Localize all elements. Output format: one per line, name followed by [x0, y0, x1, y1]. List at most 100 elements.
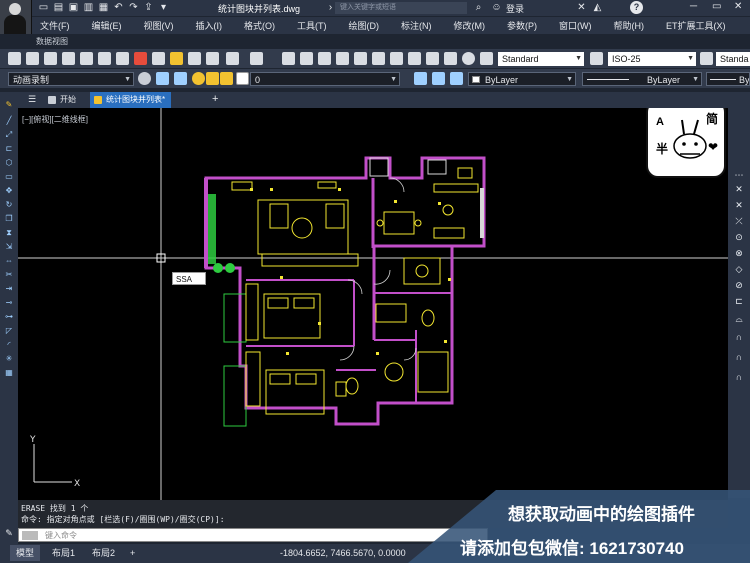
dim-style-select[interactable]: ISO-25 ▼	[608, 52, 696, 66]
copy-icon[interactable]: ❐	[4, 214, 14, 223]
menu-parameters[interactable]: 参数(P)	[499, 19, 537, 32]
new-tab-icon[interactable]: +	[212, 93, 218, 105]
snap-center-icon[interactable]: ⊙	[733, 232, 745, 242]
menu-file[interactable]: 文件(F)	[32, 19, 70, 32]
app-avatar[interactable]	[0, 0, 32, 34]
dynamic-input-field[interactable]: SSA	[172, 272, 206, 285]
zoom-window-icon[interactable]	[318, 52, 331, 65]
drawing-canvas[interactable]: [−][俯视][二维线框] Y X SSA A 半 简 ❤	[18, 108, 728, 500]
tab-layout1[interactable]: 布局1	[46, 545, 81, 561]
undo-icon[interactable]	[226, 52, 239, 65]
open-file-icon[interactable]: ▤	[53, 2, 64, 13]
layer-color-icon[interactable]	[236, 72, 249, 85]
properties-icon[interactable]	[354, 52, 367, 65]
command-customize-icon[interactable]: ✎	[0, 528, 18, 544]
undo-icon[interactable]: ↶	[113, 2, 124, 13]
explode-icon[interactable]: ✳	[4, 354, 14, 363]
menu-modify[interactable]: 修改(M)	[446, 19, 486, 32]
layer-select[interactable]: 0 ▼	[250, 72, 400, 86]
workspace-settings-icon[interactable]	[138, 72, 151, 85]
plot-icon[interactable]	[62, 52, 75, 65]
command-prompt-icon[interactable]	[22, 531, 38, 540]
workspace-select[interactable]: 动画录制 ▼	[8, 72, 134, 86]
snap-endpoint-icon[interactable]: ⋯	[733, 170, 745, 180]
layer-on-icon[interactable]	[192, 72, 205, 85]
menu-format[interactable]: 格式(O)	[236, 19, 275, 32]
menu-view[interactable]: 视图(V)	[136, 19, 174, 32]
share-icon[interactable]: ⇪	[143, 2, 154, 13]
help-icon[interactable]	[462, 52, 475, 65]
line-icon[interactable]: ╱	[4, 116, 14, 125]
hamburger-icon[interactable]: ☰	[28, 94, 36, 105]
search-input[interactable]: 键入关键字或短语	[335, 2, 467, 14]
dropdown-icon[interactable]: ▾	[158, 2, 169, 13]
snap-none-icon[interactable]: ∩	[733, 352, 745, 362]
cut-icon[interactable]	[134, 52, 147, 65]
mirror-icon[interactable]: ⧗	[4, 228, 14, 237]
polygon-icon[interactable]: ⬡	[4, 158, 14, 167]
break-icon[interactable]: ⊸	[4, 298, 14, 307]
save-icon[interactable]	[44, 52, 57, 65]
3d-print-icon[interactable]	[116, 52, 129, 65]
sheet-set-icon[interactable]	[408, 52, 421, 65]
snap-midpoint-icon[interactable]: ⤫	[733, 216, 745, 226]
tool-palettes-icon[interactable]	[390, 52, 403, 65]
pan-icon[interactable]	[282, 52, 295, 65]
redo-icon[interactable]	[250, 52, 263, 65]
close-icon[interactable]: ✕	[734, 1, 742, 12]
app-store-icon[interactable]: ◭	[592, 2, 603, 13]
help-icon[interactable]: ?	[630, 1, 643, 14]
layer-match-icon[interactable]	[450, 72, 463, 85]
construction-line-icon[interactable]: ⤢	[4, 130, 14, 139]
print-icon[interactable]: ▦	[98, 2, 109, 13]
search-icon[interactable]: ⌕	[473, 2, 484, 13]
extend-icon[interactable]: ⇥	[4, 284, 14, 293]
table-style-select[interactable]: Standa	[716, 52, 750, 66]
design-center-icon[interactable]	[372, 52, 385, 65]
snap-insertion-icon[interactable]: ⊏	[733, 296, 745, 306]
rectangle-icon[interactable]: ▭	[4, 172, 14, 181]
snap-node-icon[interactable]: ⊗	[733, 248, 745, 258]
array-icon[interactable]: ▦	[4, 368, 14, 377]
polyline-icon[interactable]: ⊏	[4, 144, 14, 153]
text-style-icon[interactable]	[480, 52, 493, 65]
snap-quadrant-icon[interactable]: ◇	[733, 264, 745, 274]
snap-parallel-icon[interactable]: ∩	[733, 332, 745, 342]
menu-tools[interactable]: 工具(T)	[289, 19, 327, 32]
fillet-icon[interactable]: ◜	[4, 340, 14, 349]
snap-perpendicular-icon[interactable]: ✕	[733, 200, 745, 210]
block-editor-icon[interactable]	[206, 52, 219, 65]
layer-lock-icon[interactable]	[220, 72, 233, 85]
snap-settings-icon[interactable]: ∩	[733, 372, 745, 382]
trim-icon[interactable]: ✂	[4, 270, 14, 279]
layer-previous-icon[interactable]	[432, 72, 445, 85]
menu-edit[interactable]: 编辑(E)	[84, 19, 122, 32]
sticker-widget[interactable]: A 半 简 ❤	[646, 108, 726, 178]
quickcalc-icon[interactable]	[444, 52, 457, 65]
menu-dimension[interactable]: 标注(N)	[393, 19, 432, 32]
new-file-icon[interactable]: ▭	[38, 2, 49, 13]
linetype-select[interactable]: ByLayer ▼	[582, 72, 702, 86]
redo-icon[interactable]: ↷	[128, 2, 139, 13]
command-input[interactable]: 键入命令	[18, 528, 488, 542]
stretch-icon[interactable]: ⇔	[4, 256, 14, 265]
exchange-icon[interactable]: ✕	[576, 2, 587, 13]
dim-style-icon[interactable]	[590, 52, 603, 65]
menu-draw[interactable]: 绘图(D)	[341, 19, 380, 32]
tab-start[interactable]: 开始	[44, 92, 82, 108]
menu-express-tools[interactable]: ET扩展工具(X)	[658, 19, 726, 32]
pencil-icon[interactable]: ✎	[4, 100, 14, 109]
paste-icon[interactable]	[170, 52, 183, 65]
tab-drawing[interactable]: 统计图块并列表*	[90, 92, 172, 108]
join-icon[interactable]: ⊶	[4, 312, 14, 321]
publish-icon[interactable]	[98, 52, 111, 65]
tab-layout2[interactable]: 布局2	[86, 545, 121, 561]
make-current-icon[interactable]	[414, 72, 427, 85]
match-properties-icon[interactable]	[188, 52, 201, 65]
layer-states-icon[interactable]	[174, 72, 187, 85]
layer-freeze-icon[interactable]	[206, 72, 219, 85]
menu-window[interactable]: 窗口(W)	[551, 19, 592, 32]
table-style-icon[interactable]	[700, 52, 713, 65]
add-layout-icon[interactable]: +	[124, 545, 141, 561]
rotate-icon[interactable]: ↻	[4, 200, 14, 209]
